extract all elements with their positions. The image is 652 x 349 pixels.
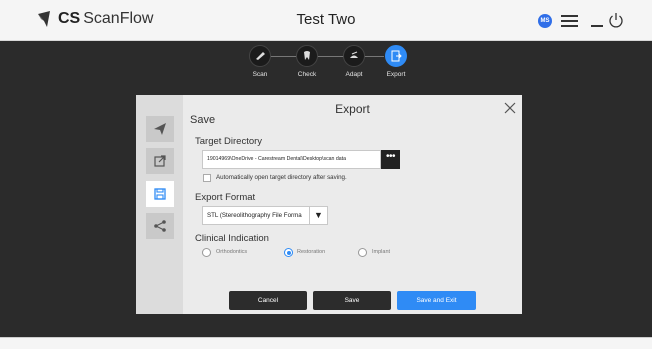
- export-format-label: Export Format: [195, 192, 256, 203]
- dialog-sidebar: [136, 95, 183, 314]
- status-bar: [0, 337, 652, 349]
- step-adapt[interactable]: Adapt: [334, 45, 374, 78]
- save-icon: [154, 188, 166, 200]
- auto-open-checkbox[interactable]: [203, 174, 211, 182]
- power-icon[interactable]: [608, 12, 624, 29]
- radio-implant[interactable]: [358, 248, 367, 257]
- step-label: Scan: [252, 71, 268, 78]
- step-check[interactable]: Check: [287, 45, 327, 78]
- step-label: Check: [297, 71, 317, 78]
- scan-icon: [249, 45, 271, 67]
- radio-label-restoration: Restoration: [297, 249, 326, 255]
- sidebar-item-export-file[interactable]: [146, 148, 174, 174]
- close-icon[interactable]: [504, 102, 516, 114]
- sidebar-item-save[interactable]: [146, 181, 174, 207]
- auto-open-label: Automatically open target directory afte…: [216, 174, 347, 181]
- export-format-select[interactable]: STL (Stereolithography File Forma: [202, 206, 310, 225]
- section-title: Save: [190, 114, 216, 126]
- paper-plane-icon: [154, 123, 166, 135]
- export-file-icon: [154, 155, 166, 167]
- user-avatar[interactable]: MS: [538, 14, 552, 28]
- export-icon: [385, 45, 407, 67]
- export-dialog: Export Save Target Directory 19014969\On…: [136, 95, 522, 314]
- title-bar: CS ScanFlow Test Two MS: [0, 0, 652, 41]
- sidebar-item-share[interactable]: [146, 213, 174, 239]
- adapt-icon: [343, 45, 365, 67]
- save-button[interactable]: Save: [313, 291, 391, 310]
- step-label: Export: [386, 71, 406, 78]
- target-directory-label: Target Directory: [195, 136, 263, 147]
- clinical-indication-label: Clinical Indication: [195, 233, 269, 244]
- sidebar-item-send[interactable]: [146, 116, 174, 142]
- minimize-icon[interactable]: [591, 25, 603, 27]
- dropdown-arrow-icon[interactable]: ▼: [310, 206, 328, 225]
- target-directory-input[interactable]: 19014969\OneDrive - Carestream Dental\De…: [202, 150, 381, 169]
- browse-button[interactable]: •••: [381, 150, 400, 169]
- window-title: Test Two: [296, 11, 356, 28]
- dialog-title: Export: [335, 102, 370, 116]
- check-icon: [296, 45, 318, 67]
- radio-label-orthodontics: Orthodontics: [216, 249, 248, 255]
- save-and-exit-button[interactable]: Save and Exit: [397, 291, 476, 310]
- radio-orthodontics[interactable]: [202, 248, 211, 257]
- share-icon: [154, 220, 166, 232]
- step-scan[interactable]: Scan: [240, 45, 280, 78]
- step-export[interactable]: Export: [376, 45, 416, 78]
- cancel-button[interactable]: Cancel: [229, 291, 307, 310]
- hamburger-menu-icon[interactable]: [561, 15, 578, 27]
- step-label: Adapt: [345, 71, 363, 78]
- radio-restoration[interactable]: [284, 248, 293, 257]
- radio-label-implant: Implant: [372, 249, 391, 255]
